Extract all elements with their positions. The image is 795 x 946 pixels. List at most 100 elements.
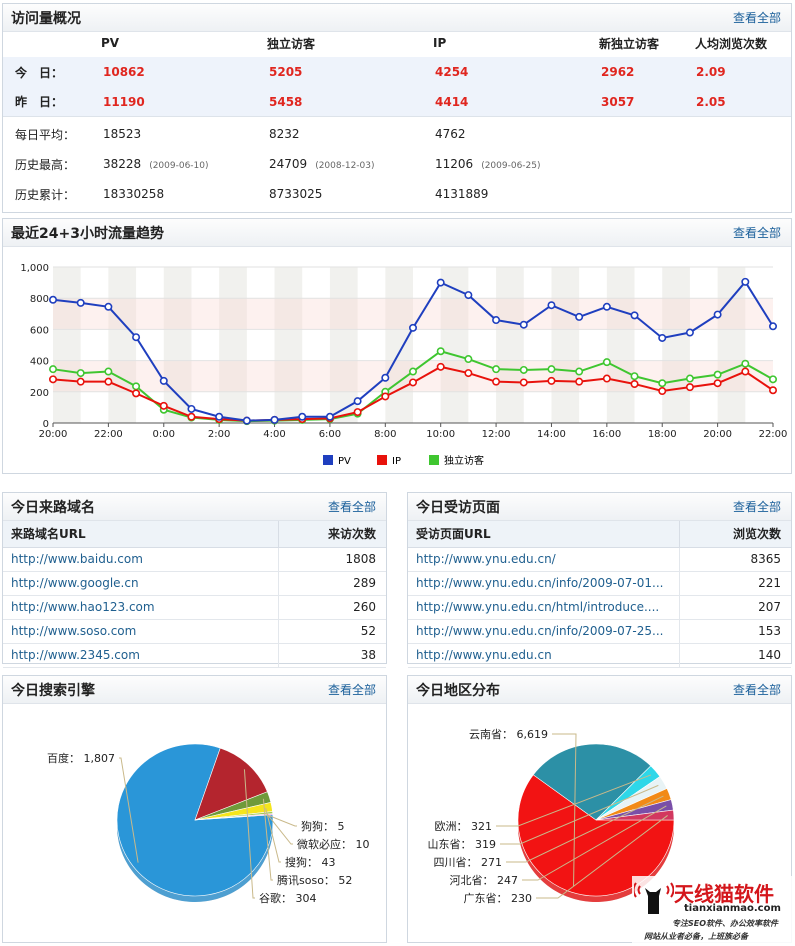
yesterday-avg: 2.05	[696, 94, 726, 109]
page-url-link[interactable]: http://www.ynu.edu.cn/info/2009-07-25...	[408, 619, 680, 644]
x-tick-label: 6:00	[319, 429, 341, 440]
referrers-table: 来路域名URL 来访次数 http://www.baidu.com 1808 ht…	[3, 521, 386, 668]
pie-label: 欧洲： 321	[435, 820, 493, 833]
x-tick-label: 22:00	[94, 429, 123, 440]
x-tick-label: 14:00	[537, 429, 566, 440]
x-tick-label: 4:00	[263, 429, 285, 440]
grid-stripe	[496, 267, 524, 423]
today-uv: 5205	[269, 65, 303, 79]
col-ip: IP	[433, 36, 447, 50]
referrers-title: 今日来路域名	[11, 499, 95, 516]
data-point	[658, 387, 667, 396]
data-point	[547, 376, 556, 385]
pages-view-all-link[interactable]: 查看全部	[733, 498, 781, 515]
data-point	[685, 383, 694, 392]
x-tick-label: 0:00	[153, 429, 175, 440]
data-point	[602, 302, 611, 311]
x-tick-label: 20:00	[703, 429, 732, 440]
data-point	[768, 375, 777, 384]
pages-title: 今日受访页面	[416, 499, 500, 516]
pie-label: 广东省： 230	[464, 892, 533, 905]
page-url-link[interactable]: http://www.ynu.edu.cn	[408, 643, 680, 668]
referrers-col-url: 来路域名URL	[3, 521, 279, 548]
overview-view-all-link[interactable]: 查看全部	[733, 9, 781, 26]
pie-label: 百度： 1,807	[47, 751, 115, 765]
pie-label: 腾讯soso： 52	[277, 873, 352, 887]
data-point	[492, 377, 501, 386]
yesterday-uv: 5458	[269, 94, 303, 109]
hist-total-ip: 4131889	[435, 187, 489, 201]
watermark-tagline-1: 专注SEO软件、办公效率软件	[672, 919, 779, 928]
legend-swatch	[429, 455, 439, 465]
data-point	[242, 416, 251, 425]
page-url-link[interactable]: http://www.ynu.edu.cn/html/introduce....	[408, 595, 680, 620]
referrer-url-link[interactable]: http://www.google.cn	[3, 571, 279, 596]
data-point	[436, 278, 445, 287]
referrer-url-link[interactable]: http://www.soso.com	[3, 619, 279, 644]
x-tick-label: 10:00	[426, 429, 455, 440]
today-label: 今 日：	[15, 65, 64, 80]
data-point	[76, 377, 85, 386]
table-row: http://www.ynu.edu.cn/info/2009-07-01...…	[408, 571, 791, 596]
trend-view-all-link[interactable]: 查看全部	[733, 224, 781, 241]
pie-label: 狗狗： 5	[301, 820, 345, 833]
col-uv: 独立访客	[267, 36, 316, 51]
data-point	[381, 392, 390, 401]
overview-header-row: PV 独立访客 IP 新独立访客 人均浏览次数	[3, 31, 791, 55]
data-point	[298, 412, 307, 421]
pie-label: 四川省： 271	[434, 856, 503, 869]
referrer-url-link[interactable]: http://www.baidu.com	[3, 547, 279, 572]
data-point	[685, 374, 694, 383]
today-avg: 2.09	[696, 65, 726, 79]
data-point	[159, 401, 168, 410]
referrer-count: 289	[278, 571, 386, 596]
referrer-count: 1808	[278, 547, 386, 572]
hist-max-row: 历史最高： 38228 (2009-06-10) 24709 (2008-12-03…	[3, 149, 791, 179]
hist-max-pv-date: (2009-06-10)	[149, 161, 209, 171]
data-point	[76, 298, 85, 307]
data-point	[713, 310, 722, 319]
referrer-count: 260	[278, 595, 386, 620]
data-point	[547, 365, 556, 374]
page-url-link[interactable]: http://www.ynu.edu.cn/	[408, 547, 680, 572]
data-point	[353, 408, 362, 417]
page-url-link[interactable]: http://www.ynu.edu.cn/info/2009-07-01...	[408, 571, 680, 596]
hist-total-pv: 18330258	[103, 187, 165, 201]
data-point	[768, 386, 777, 395]
hist-max-uv: 24709	[269, 157, 308, 171]
data-point	[602, 358, 611, 367]
pages-header: 今日受访页面 查看全部	[408, 493, 791, 521]
data-point	[492, 316, 501, 325]
trend-chart: 02004006008001,00020:00 22:00 0:00 2:00 4:00…	[20, 263, 787, 467]
pie-label: 河北省： 247	[450, 874, 519, 887]
pie-label: 搜狗： 43	[285, 855, 336, 869]
daily-avg-pv: 18523	[103, 127, 142, 141]
hist-total-row: 历史累计： 18330258 8733025 4131889	[3, 179, 791, 209]
data-point	[464, 291, 473, 300]
page-count: 153	[679, 619, 791, 644]
trend-panel: 最近24+3小时流量趋势 查看全部 0 200 400 600 800 1,000 20:0…	[2, 218, 792, 474]
pages-panel: 今日受访页面 查看全部 受访页面URL 浏览次数 http://www.ynu.…	[407, 492, 792, 668]
x-tick-label: 12:00	[482, 429, 511, 440]
data-point	[464, 355, 473, 364]
pie-label: 谷歌： 304	[259, 891, 317, 905]
data-point	[741, 367, 750, 376]
search-title: 今日搜索引擎	[11, 682, 95, 699]
referrer-url-link[interactable]: http://www.hao123.com	[3, 595, 279, 620]
referrer-url-link[interactable]: http://www.2345.com	[3, 643, 279, 668]
referrers-view-all-link[interactable]: 查看全部	[328, 498, 376, 515]
data-point	[519, 365, 528, 374]
yesterday-pv: 11190	[103, 94, 145, 109]
x-tick-label: 2:00	[208, 429, 230, 440]
search-view-all-link[interactable]: 查看全部	[328, 681, 376, 698]
today-ip: 4254	[435, 65, 469, 79]
pie-label: 云南省： 6,619	[469, 728, 548, 741]
data-point	[575, 312, 584, 321]
region-view-all-link[interactable]: 查看全部	[733, 681, 781, 698]
region-header: 今日地区分布 查看全部	[408, 676, 791, 704]
data-point	[713, 370, 722, 379]
table-row: http://www.ynu.edu.cn 140	[408, 643, 791, 668]
grid-stripe	[108, 267, 137, 423]
daily-avg-ip: 4762	[435, 127, 466, 141]
table-row: http://www.google.cn 289	[3, 571, 386, 596]
